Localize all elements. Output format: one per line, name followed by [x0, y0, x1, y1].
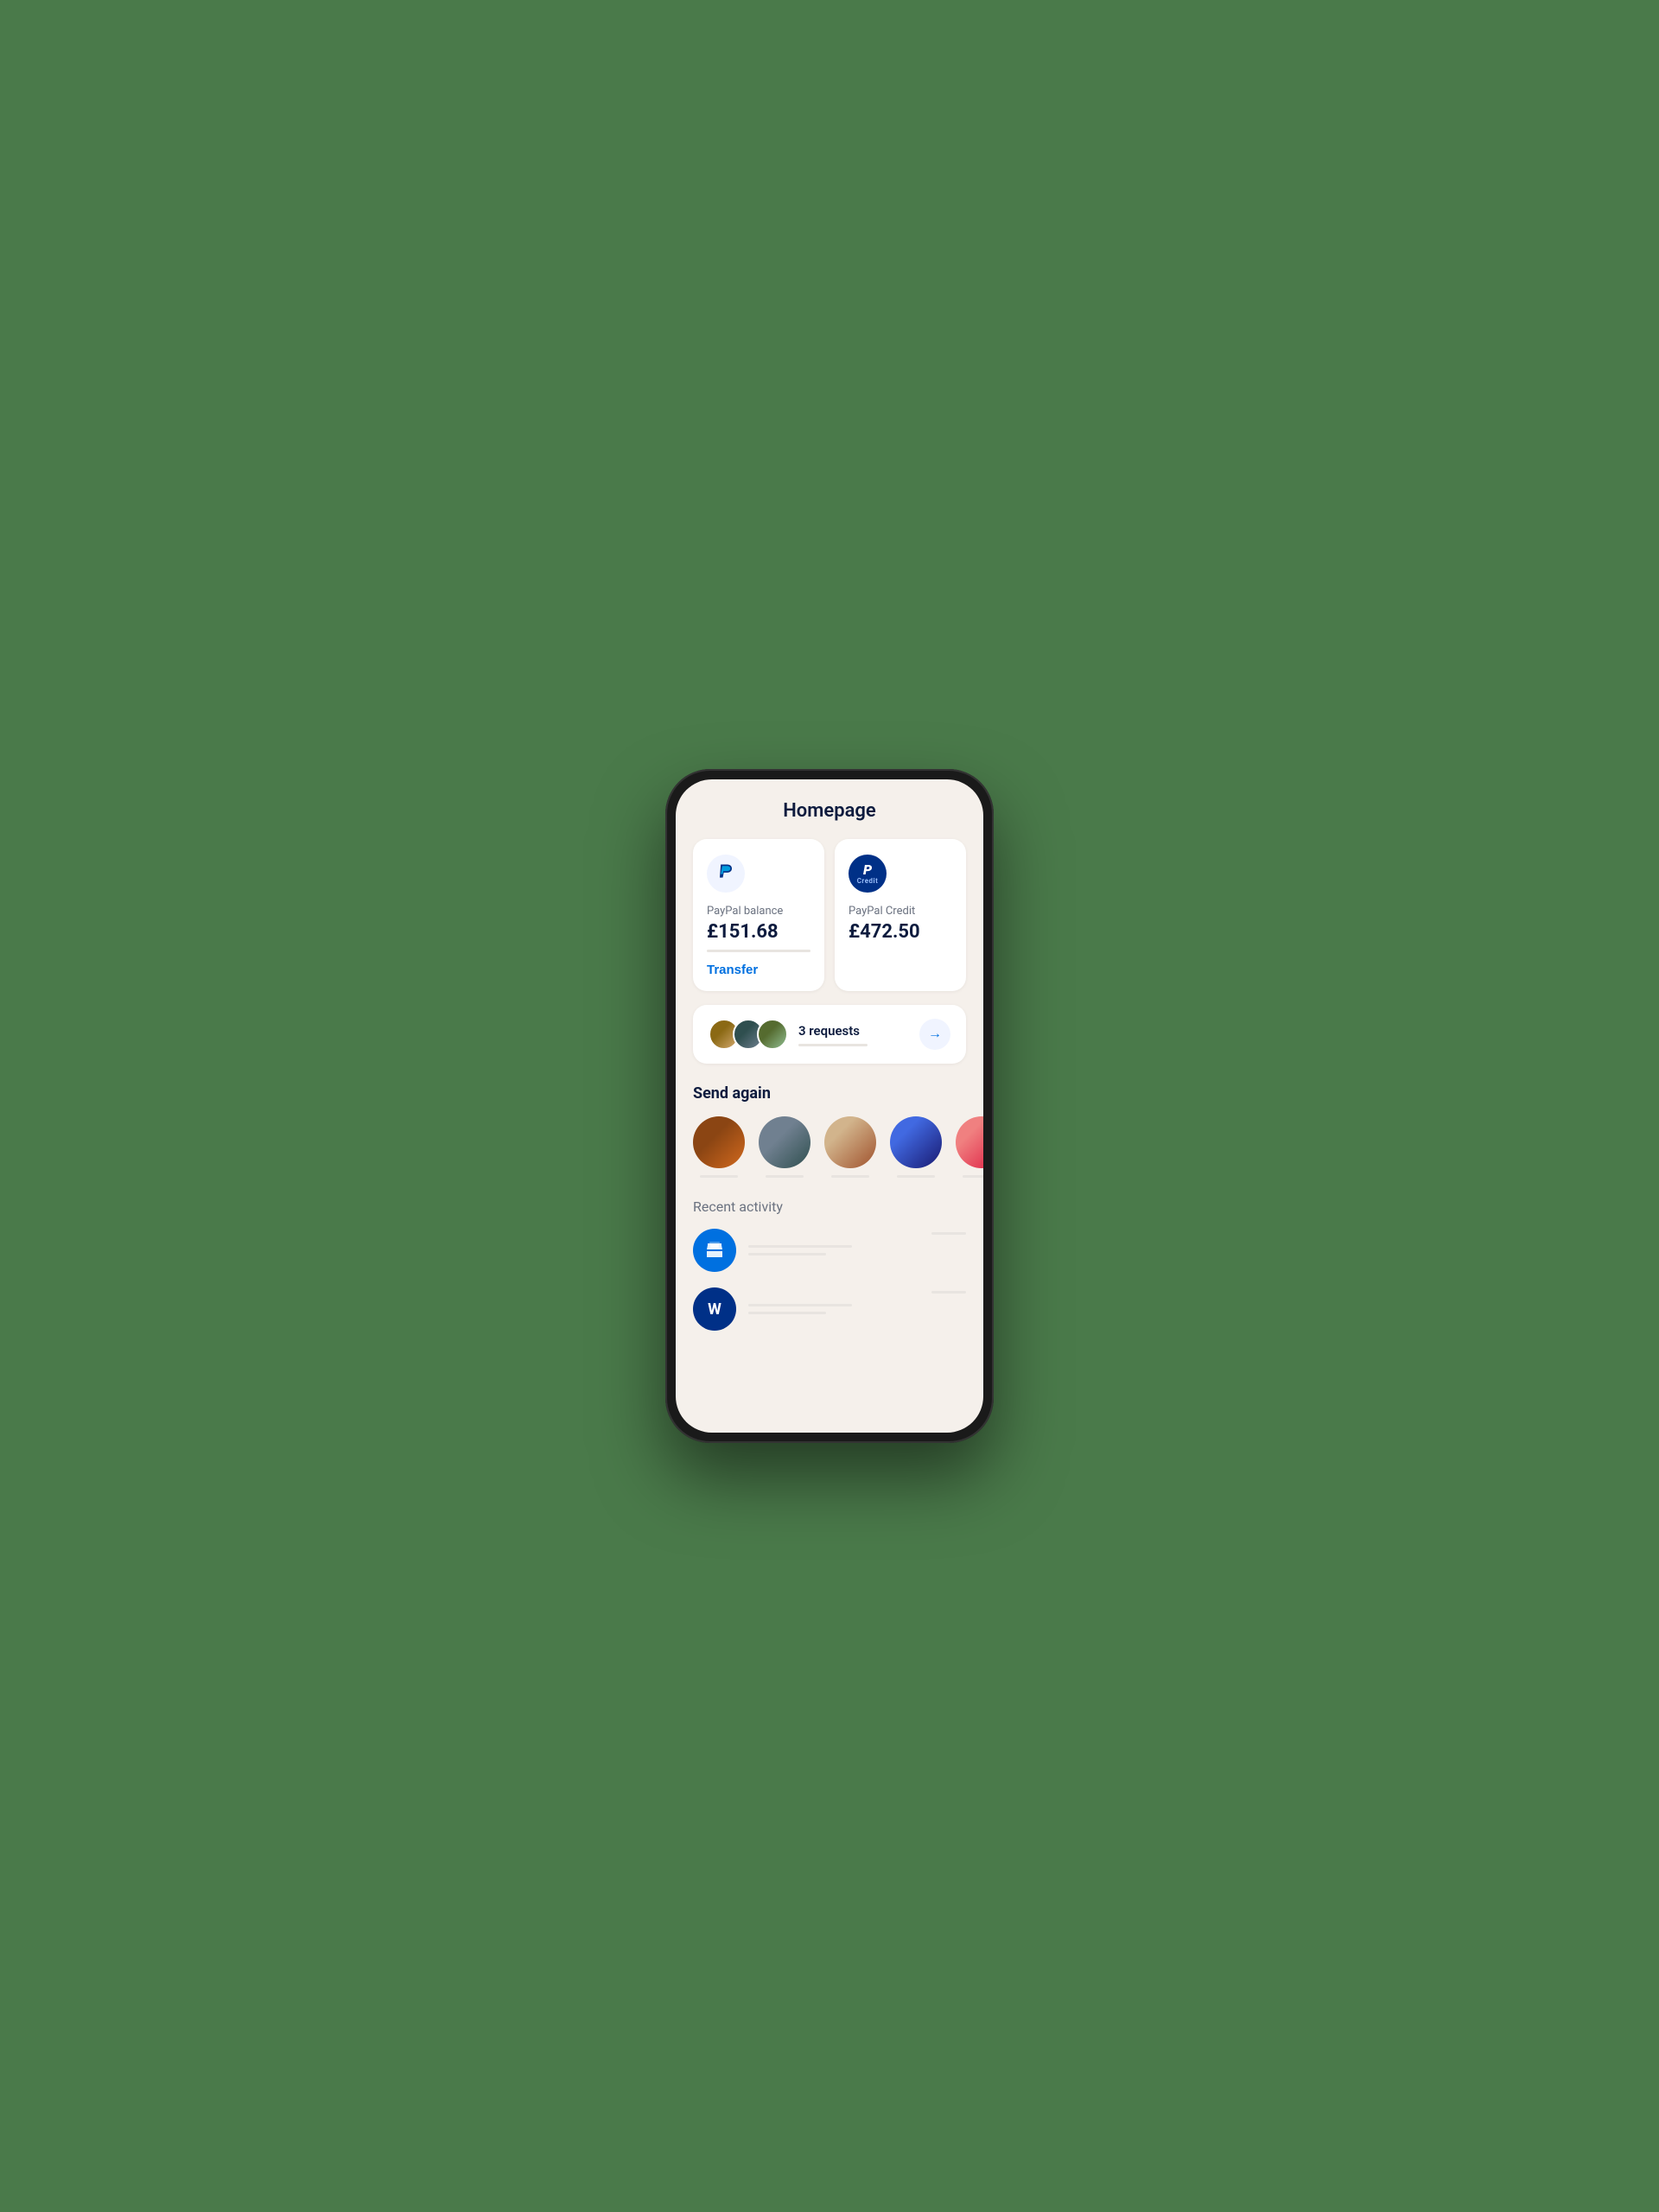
activity-line1-2 [748, 1304, 852, 1306]
credit-text: Credit [857, 878, 879, 885]
paypal-credit-amount: £472.50 [849, 921, 952, 943]
send-again-person-2[interactable] [759, 1116, 810, 1178]
store-icon [693, 1229, 736, 1272]
credit-p-letter: P [863, 863, 872, 877]
recent-activity-title: Recent activity [693, 1198, 966, 1215]
screen-content[interactable]: Homepage PayPal balance £151.68 Transfer [676, 779, 983, 1433]
person-avatar-3 [824, 1116, 876, 1168]
store-svg [704, 1240, 725, 1261]
person-name-line-1 [700, 1175, 738, 1178]
person-name-line-4 [897, 1175, 935, 1178]
balance-card-divider [707, 950, 810, 952]
requests-card[interactable]: 3 requests → [693, 1005, 966, 1064]
paypal-credit-card[interactable]: P Credit PayPal Credit £472.50 [835, 839, 966, 991]
requests-subline [798, 1044, 868, 1046]
paypal-plain-logo [707, 855, 745, 893]
person-avatar-2 [759, 1116, 810, 1168]
paypal-balance-amount: £151.68 [707, 921, 810, 943]
balance-cards-container: PayPal balance £151.68 Transfer P Credit… [693, 839, 966, 991]
send-again-title: Send again [693, 1084, 966, 1103]
requests-arrow-button[interactable]: → [919, 1019, 950, 1050]
activity-item-1[interactable] [693, 1229, 966, 1272]
activity-details-1 [748, 1245, 919, 1255]
paypal-p-svg [714, 861, 738, 886]
activity-line2-2 [748, 1312, 826, 1314]
person-avatar-1 [693, 1116, 745, 1168]
activity-amount-2 [931, 1291, 966, 1294]
send-again-person-1[interactable] [693, 1116, 745, 1178]
activity-line2-1 [748, 1253, 826, 1255]
requests-label: 3 requests [798, 1023, 919, 1039]
send-again-person-5[interactable] [956, 1116, 983, 1178]
activity-item-2[interactable]: W [693, 1287, 966, 1331]
person-name-line-5 [963, 1175, 983, 1178]
phone-frame: Homepage PayPal balance £151.68 Transfer [665, 769, 994, 1443]
send-again-person-3[interactable] [824, 1116, 876, 1178]
person-avatar-4 [890, 1116, 942, 1168]
send-again-person-4[interactable] [890, 1116, 942, 1178]
person-avatar-5 [956, 1116, 983, 1168]
requests-avatar-stack [709, 1019, 788, 1050]
phone-screen: Homepage PayPal balance £151.68 Transfer [676, 779, 983, 1433]
activity-line1-1 [748, 1245, 852, 1248]
transfer-button[interactable]: Transfer [707, 963, 758, 977]
w-icon: W [693, 1287, 736, 1331]
activity-details-2 [748, 1304, 919, 1314]
request-avatar-3 [757, 1019, 788, 1050]
recent-activity-section: Recent activity [693, 1198, 966, 1331]
requests-text: 3 requests [798, 1023, 919, 1046]
paypal-credit-logo: P Credit [849, 855, 887, 893]
credit-badge: P Credit [857, 863, 879, 885]
activity-amount-1 [931, 1232, 966, 1235]
send-again-section: Send again [693, 1084, 966, 1178]
paypal-credit-label: PayPal Credit [849, 905, 952, 918]
paypal-balance-card[interactable]: PayPal balance £151.68 Transfer [693, 839, 824, 991]
person-name-line-3 [831, 1175, 869, 1178]
person-name-line-2 [766, 1175, 804, 1178]
w-letter: W [708, 1300, 721, 1319]
paypal-balance-label: PayPal balance [707, 905, 810, 918]
page-title: Homepage [693, 800, 966, 822]
send-again-list [693, 1116, 966, 1178]
